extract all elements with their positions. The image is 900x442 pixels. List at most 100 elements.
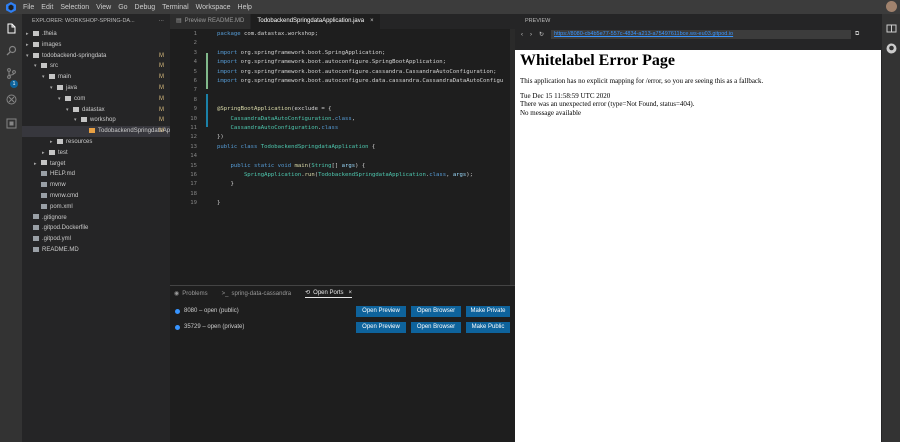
code-token: CassandraDataAutoConfiguration [217, 115, 332, 122]
tree-item[interactable]: ▾ com M [22, 94, 170, 105]
source-control-icon[interactable] [5, 67, 17, 79]
tree-item-label: HELP.md [50, 171, 75, 178]
modified-badge: M [159, 128, 164, 135]
code-token: [] [331, 162, 342, 169]
tree-item[interactable]: README.MD [22, 245, 170, 256]
code-token: @SpringBootApplication [217, 106, 292, 113]
close-icon[interactable]: × [370, 14, 374, 29]
open-external-icon[interactable]: ⧉ [855, 31, 859, 38]
tree-item[interactable]: pom.xml [22, 202, 170, 213]
file-icon [41, 182, 47, 188]
menu-help[interactable]: Help [238, 4, 252, 11]
extensions-icon[interactable] [5, 117, 17, 129]
search-icon[interactable] [5, 44, 17, 56]
tree-item[interactable]: .gitpod.yml [22, 234, 170, 245]
tab-terminal[interactable]: >_ spring-data-cassandra [222, 291, 292, 297]
tree-item-label: .gitpod.yml [42, 236, 72, 243]
make-public-button[interactable]: Make Public [466, 321, 510, 333]
tree-item-label: src [50, 63, 58, 70]
problems-icon: ◉ [174, 291, 180, 297]
tab-preview-readme[interactable]: ▤ Preview README.MD [170, 14, 252, 29]
preview-url-field[interactable]: https://8080-cb4b5e77-557c-4834-a213-a75… [551, 30, 852, 39]
menu-debug[interactable]: Debug [135, 4, 156, 11]
explorer-icon[interactable] [5, 22, 17, 34]
open-browser-button[interactable]: Open Browser [411, 321, 461, 333]
code-token: args [341, 162, 356, 169]
tab-application-java[interactable]: TodobackendSpringdataApplication.java × [251, 14, 381, 29]
tree-item-label: target [50, 160, 66, 167]
tree-item[interactable]: ▸ target [22, 159, 170, 170]
tree-item[interactable]: HELP.md [22, 169, 170, 180]
open-preview-button[interactable]: Open Preview [356, 321, 406, 333]
editor-tabs: ▤ Preview README.MD TodobackendSpringdat… [170, 14, 515, 29]
code-token: (exclude = { [291, 106, 332, 113]
tree-item[interactable]: mvnw [22, 180, 170, 191]
code-token: SpringApplication [217, 172, 302, 178]
tree-item[interactable]: .gitignore [22, 213, 170, 224]
tree-item[interactable]: mvnw.cmd [22, 191, 170, 202]
code-token: CassandraAutoConfiguration [217, 125, 319, 131]
tree-item[interactable]: ▸ test [22, 148, 170, 159]
tree-item-label: todobackend-springdata [42, 52, 107, 59]
preview-header: PREVIEW [525, 18, 551, 24]
tree-item[interactable]: ▾ todobackend-springdata M [22, 51, 170, 62]
activity-bar: 1 [0, 14, 22, 442]
code-token: public class [217, 143, 261, 150]
menu-view[interactable]: View [96, 4, 111, 11]
preview-view-icon[interactable] [885, 22, 897, 34]
code-token: TodobackendSpringdataApplication [318, 172, 426, 178]
tree-item[interactable]: ▸ .theia [22, 29, 170, 40]
more-actions-icon[interactable]: ··· [159, 14, 165, 29]
reload-icon[interactable]: ↻ [539, 31, 544, 38]
line-number: 4 [193, 59, 197, 66]
debug-icon[interactable] [5, 93, 17, 105]
modified-badge: M [159, 52, 164, 59]
tree-item-label: resources [66, 138, 93, 145]
open-preview-button[interactable]: Open Preview [356, 305, 406, 317]
scm-badge: 1 [10, 80, 18, 88]
folder-icon [57, 138, 63, 144]
back-icon[interactable]: ‹ [521, 32, 523, 38]
forward-icon[interactable]: › [530, 32, 532, 38]
tree-item[interactable]: ▸ resources [22, 137, 170, 148]
git-modified-marker [206, 94, 208, 127]
code-token: } [217, 181, 234, 188]
port-row: 8080 – open (public) Open Preview Open B… [170, 304, 515, 318]
modified-badge: M [159, 74, 164, 81]
tab-open-ports[interactable]: ⟲ Open Ports × [305, 289, 353, 298]
tree-item[interactable]: ▸ images [22, 40, 170, 51]
code-token: ); [466, 172, 474, 178]
tree-item[interactable]: TodobackendSpringdataAppli... M [22, 126, 181, 137]
menu-selection[interactable]: Selection [60, 4, 89, 11]
tree-item[interactable]: ▾ datastax M [22, 105, 170, 116]
tree-item[interactable]: ▾ src M [22, 61, 170, 72]
code-editor[interactable]: 1 2 3 4 5 6 7 8 9 10 11 12 13 14 15 16 17 18 19 package co… [170, 29, 515, 285]
explorer-sidebar: EXPLORER: WORKSHOP-SPRING-DA... ··· ▸ .th… [22, 14, 181, 442]
menu-workspace[interactable]: Workspace [196, 4, 231, 11]
tree-item[interactable]: ▾ workshop M [22, 115, 170, 126]
menu-edit[interactable]: Edit [41, 4, 53, 11]
error-timestamp: Tue Dec 15 11:58:59 UTC 2020 [520, 92, 611, 101]
open-browser-button[interactable]: Open Browser [411, 305, 461, 317]
tab-label: Problems [182, 290, 208, 297]
tab-problems[interactable]: ◉ Problems [174, 290, 208, 298]
line-number: 11 [190, 125, 197, 131]
tree-item[interactable]: .gitpod.Dockerfile [22, 223, 170, 234]
tab-label: TodobackendSpringdataApplication.java [257, 18, 365, 24]
line-number: 14 [190, 153, 197, 160]
menu-terminal[interactable]: Terminal [162, 4, 188, 11]
user-avatar[interactable] [886, 1, 897, 12]
make-private-button[interactable]: Make Private [466, 305, 510, 317]
tree-item[interactable]: ▾ java M [22, 83, 170, 94]
line-number: 10 [190, 115, 197, 122]
menu-go[interactable]: Go [118, 4, 127, 11]
menu-bar: File Edit Selection View Go Debug Termin… [0, 0, 900, 14]
chevron-right-icon: ▸ [42, 149, 45, 156]
code-token: , [446, 172, 453, 178]
code-token: package [217, 31, 244, 37]
github-icon[interactable] [885, 42, 897, 54]
tree-item[interactable]: ▾ main M [22, 72, 170, 83]
menu-file[interactable]: File [23, 4, 34, 11]
close-icon[interactable]: × [349, 290, 353, 296]
gitpod-logo-icon [5, 1, 17, 13]
